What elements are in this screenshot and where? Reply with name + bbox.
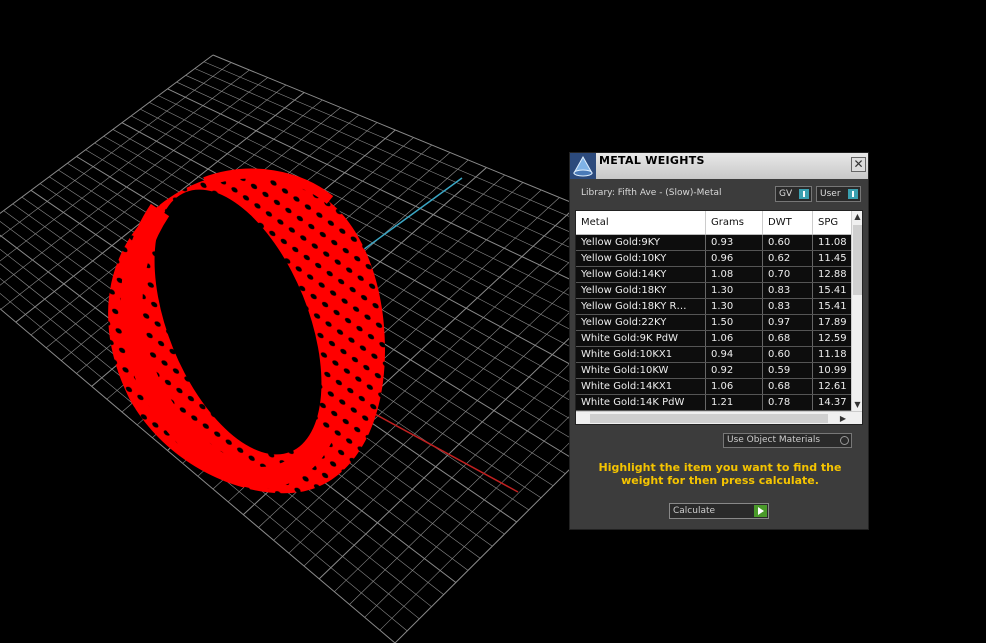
cell-metal: Yellow Gold:22KY [576, 315, 706, 330]
use-object-materials-label: Use Object Materials [727, 435, 821, 445]
library-label: Library: Fifth Ave - (Slow)-Metal [581, 188, 722, 198]
column-header-dwt[interactable]: DWT [763, 211, 813, 234]
cell-spg: 14.37 [818, 397, 847, 408]
cell-spg: 15.41 [818, 301, 847, 312]
cell-spg: 12.61 [818, 381, 847, 392]
table-row[interactable]: White Gold:14KX1 1.06 0.68 12.61 [576, 379, 851, 395]
table-row[interactable]: Yellow Gold:18KY R… 1.30 0.83 15.41 [576, 299, 851, 315]
table-row[interactable]: White Gold:14K PdW 1.21 0.78 14.37 [576, 395, 851, 411]
cell-grams: 1.06 [706, 331, 763, 346]
table-row[interactable]: Yellow Gold:18KY 1.30 0.83 15.41 [576, 283, 851, 299]
cell-grams: 1.06 [706, 379, 763, 394]
cell-grams: 1.50 [706, 315, 763, 330]
cell-grams: 1.21 [706, 395, 763, 410]
cell-metal: White Gold:14KX1 [576, 379, 706, 394]
cell-spg: 11.45 [818, 253, 847, 264]
column-header-metal[interactable]: Metal [576, 211, 706, 234]
ring-model[interactable] [108, 166, 386, 494]
table-header: Metal Grams DWT SPG [576, 211, 851, 235]
cell-grams: 0.93 [706, 235, 763, 250]
cell-spg: 12.59 [818, 333, 847, 344]
cell-metal: White Gold:10KW [576, 363, 706, 378]
vertical-scrollbar[interactable]: ▲ ▼ [851, 211, 862, 411]
metal-table[interactable]: Metal Grams DWT SPG Yellow Gold:9KY 0.93 0… [575, 210, 863, 425]
close-icon[interactable]: ✕ [851, 157, 866, 172]
cell-dwt: 0.60 [763, 235, 813, 250]
use-object-materials-option[interactable]: Use Object Materials [723, 433, 852, 448]
cell-spg: 12.88 [818, 269, 847, 280]
scroll-down-icon[interactable]: ▼ [852, 399, 862, 411]
scrollbar-thumb[interactable] [590, 414, 828, 423]
scroll-up-icon[interactable]: ▲ [852, 211, 862, 223]
scrollbar-thumb[interactable] [853, 225, 862, 295]
radio-icon[interactable] [840, 436, 849, 445]
cell-grams: 1.08 [706, 267, 763, 282]
cell-grams: 0.94 [706, 347, 763, 362]
cell-metal: Yellow Gold:18KY R… [576, 299, 706, 314]
cell-dwt: 0.83 [763, 283, 813, 298]
scroll-right-icon[interactable]: ▶ [838, 412, 848, 424]
cell-dwt: 0.59 [763, 363, 813, 378]
metal-weights-app-icon [570, 153, 596, 179]
cell-grams: 0.96 [706, 251, 763, 266]
cell-metal: Yellow Gold:14KY [576, 267, 706, 282]
cell-dwt: 0.68 [763, 379, 813, 394]
calculate-button[interactable]: Calculate [669, 503, 769, 519]
table-row[interactable]: White Gold:10KW 0.92 0.59 10.99 [576, 363, 851, 379]
dialog-title: METAL WEIGHTS [599, 154, 705, 167]
dialog-titlebar[interactable]: METAL WEIGHTS ✕ [570, 153, 868, 179]
unit-gv-label: GV [779, 189, 793, 199]
cell-spg: 11.18 [818, 349, 847, 360]
calculate-label: Calculate [673, 506, 716, 516]
cell-dwt: 0.68 [763, 331, 813, 346]
column-header-spg[interactable]: SPG [813, 211, 853, 234]
cell-dwt: 0.70 [763, 267, 813, 282]
cell-spg: 10.99 [818, 365, 847, 376]
unit-user-label: User [820, 189, 841, 199]
table-row[interactable]: White Gold:10KX1 0.94 0.60 11.18 [576, 347, 851, 363]
table-row[interactable]: Yellow Gold:22KY 1.50 0.97 17.89 [576, 315, 851, 331]
cell-dwt: 0.60 [763, 347, 813, 362]
cell-dwt: 0.83 [763, 299, 813, 314]
cell-grams: 0.92 [706, 363, 763, 378]
toggle-knob-icon [848, 189, 858, 199]
cell-spg: 15.41 [818, 285, 847, 296]
cell-dwt: 0.62 [763, 251, 813, 266]
cell-metal: Yellow Gold:18KY [576, 283, 706, 298]
cell-spg: 17.89 [818, 317, 847, 328]
hint-text: Highlight the item you want to find the … [598, 461, 842, 487]
cell-metal: White Gold:9K PdW [576, 331, 706, 346]
table-body: Yellow Gold:9KY 0.93 0.60 11.08 Yellow Gold:… [576, 235, 851, 411]
unit-gv-toggle[interactable]: GV [775, 186, 812, 202]
cell-dwt: 0.78 [763, 395, 813, 410]
toggle-knob-icon [799, 189, 809, 199]
unit-user-toggle[interactable]: User [816, 186, 861, 202]
column-header-grams[interactable]: Grams [706, 211, 763, 234]
cell-grams: 1.30 [706, 299, 763, 314]
cell-dwt: 0.97 [763, 315, 813, 330]
metal-weights-dialog: METAL WEIGHTS ✕ Library: Fifth Ave - (Sl… [569, 152, 869, 530]
cell-spg: 11.08 [818, 237, 847, 248]
horizontal-scrollbar[interactable]: ▶ [576, 411, 862, 424]
cell-metal: White Gold:14K PdW [576, 395, 706, 410]
table-row[interactable]: Yellow Gold:10KY 0.96 0.62 11.45 [576, 251, 851, 267]
table-row[interactable]: Yellow Gold:14KY 1.08 0.70 12.88 [576, 267, 851, 283]
cell-metal: Yellow Gold:10KY [576, 251, 706, 266]
cell-grams: 1.30 [706, 283, 763, 298]
table-row[interactable]: White Gold:9K PdW 1.06 0.68 12.59 [576, 331, 851, 347]
cell-metal: Yellow Gold:9KY [576, 235, 706, 250]
go-arrow-icon [754, 505, 767, 517]
table-row[interactable]: Yellow Gold:9KY 0.93 0.60 11.08 [576, 235, 851, 251]
cell-metal: White Gold:10KX1 [576, 347, 706, 362]
